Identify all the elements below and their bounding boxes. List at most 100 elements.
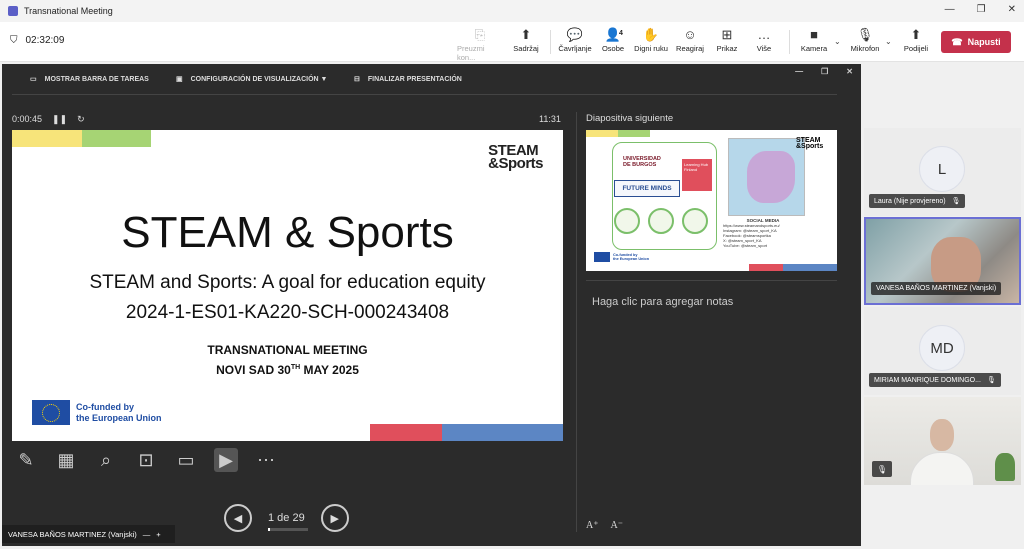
slide-subtitle: STEAM and Sports: A goal for education e… — [89, 272, 486, 293]
close-icon[interactable]: ✕ — [846, 67, 853, 76]
restore-icon[interactable]: ❐ — [821, 67, 828, 76]
subtitles-icon[interactable]: ▭ — [174, 448, 198, 472]
previous-slide-button[interactable]: ◀ — [224, 504, 252, 532]
microphone-off-icon: 🎙 — [986, 377, 996, 384]
increase-font-icon[interactable]: A⁺ — [586, 520, 599, 531]
share-content-icon: ⬆ — [520, 27, 532, 42]
taskbar-icon: ▭ — [30, 76, 37, 83]
presenter-name: VANESA BAÑOS MARTINEZ (Vanjski) — [8, 529, 137, 539]
next-icon: ▶ — [330, 512, 339, 525]
teams-logo-icon — [8, 6, 18, 16]
people-count-badge: 4 — [619, 30, 623, 37]
end-presentation-button[interactable]: ⊟ FINALIZAR PRESENTACIÓN — [354, 75, 462, 84]
toolbar-divider — [550, 30, 551, 54]
eu-flag-icon — [594, 252, 610, 262]
presenter-window-controls: — ❐ ✕ — [795, 67, 853, 76]
black-screen-icon[interactable]: ⊡ — [134, 448, 158, 472]
current-clock: 11:31 — [539, 114, 561, 124]
hand-icon: ✋ — [642, 27, 660, 42]
partner-logo-icon — [614, 208, 640, 234]
grid-view-icon: ⊞ — [721, 27, 733, 42]
zoom-icon[interactable]: ⌕ — [94, 448, 118, 472]
current-slide[interactable]: STEAM &Sports STEAM & Sports STEAM and S… — [12, 130, 563, 441]
decrease-font-icon[interactable]: A⁻ — [611, 520, 624, 531]
share-button[interactable]: ⬆ Podijeli — [893, 26, 939, 53]
camera-toggle-icon[interactable]: ▶ — [214, 448, 238, 472]
zoom-out-icon[interactable]: — — [143, 530, 151, 539]
show-taskbar-button[interactable]: ▭ MOSTRAR BARRA DE TAREAS — [30, 75, 149, 84]
green-accent-bar — [618, 130, 650, 137]
download-content-button[interactable]: ⎘ Preuzmi kon... — [457, 26, 503, 62]
zoom-in-icon[interactable]: + — [156, 530, 160, 539]
download-icon: ⎘ — [474, 27, 486, 42]
slide-title: STEAM & Sports — [121, 208, 454, 257]
more-icon: … — [757, 27, 771, 42]
minimize-icon[interactable]: — — [795, 67, 803, 76]
camera-button[interactable]: ■ Kamera — [791, 26, 837, 53]
chat-icon: 💬 — [566, 27, 584, 42]
window-controls: — ❐ ✕ — [945, 4, 1016, 15]
next-slide-preview[interactable]: UNIVERSIDAD DE BURGOS Learning Hub Finla… — [586, 130, 837, 271]
display-settings-icon: ▣ — [176, 76, 183, 83]
social-media-block: SOCIAL MEDIA https://www.steamandsports.… — [723, 218, 780, 248]
more-options-icon[interactable]: ⋯ — [254, 448, 278, 472]
divider — [576, 112, 577, 532]
red-accent-bar — [370, 424, 442, 441]
slide-progress-bar — [268, 528, 308, 531]
learning-hub-logo: Learning Hub Finland — [682, 159, 712, 191]
avatar: MD — [919, 325, 965, 371]
divider — [586, 280, 837, 281]
participant-tile[interactable]: VANESA BAÑOS MARTINEZ (Vanjski) — [864, 217, 1021, 305]
blue-accent-bar — [442, 424, 563, 441]
toolbar-divider — [789, 30, 790, 54]
elapsed-time: 0:00:45 — [12, 114, 43, 124]
shield-icon: ⛉ — [10, 35, 18, 46]
participant-tile[interactable]: 🎙 — [864, 397, 1021, 485]
steam-sports-logo: STEAM &Sports — [488, 142, 543, 172]
restart-icon[interactable]: ↻ — [77, 114, 85, 125]
participant-name: VANESA BAÑOS MARTINEZ (Vanjski) — [871, 282, 1002, 295]
partner-logo-icon — [648, 208, 674, 234]
microphone-options-chevron-icon[interactable]: ⌄ — [885, 37, 892, 46]
pause-icon[interactable]: ❚❚ — [52, 114, 67, 125]
presenter-top-bar: ▭ MOSTRAR BARRA DE TAREAS ▣ CONFIGURACIÓ… — [2, 64, 861, 94]
future-minds-logo: FUTURE MINDS — [614, 180, 680, 197]
eu-flag-icon — [32, 400, 70, 425]
pen-icon[interactable]: ✎ — [14, 448, 38, 472]
steam-sports-logo: STEAM &Sports — [796, 137, 824, 150]
notes-font-size-controls: A⁺ A⁻ — [586, 520, 623, 531]
meeting-title: TRANSNATIONAL MEETING — [207, 343, 368, 357]
green-accent-bar — [82, 130, 151, 147]
participant-tile[interactable]: MD MIRIAM MANRIQUE DOMINGO... 🎙 — [864, 307, 1021, 395]
content-button[interactable]: ⬆ Sadržaj — [503, 26, 549, 53]
window-title: Transnational Meeting — [24, 6, 113, 16]
camera-icon: ■ — [810, 27, 818, 42]
next-slide-label: Diapositiva siguiente — [586, 113, 674, 124]
presentation-timer: 0:00:45 ❚❚ ↻ — [12, 114, 85, 125]
microphone-off-icon: 🎙 — [951, 198, 961, 205]
next-slide-button[interactable]: ▶ — [320, 504, 349, 532]
presenter-view: ▭ MOSTRAR BARRA DE TAREAS ▣ CONFIGURACIÓ… — [2, 64, 861, 546]
participant-tile[interactable]: L Laura (Nije provjereno) 🎙 — [864, 128, 1021, 216]
window-titlebar: Transnational Meeting — ❐ ✕ — [0, 0, 1024, 22]
europe-map — [728, 138, 805, 216]
yellow-accent-bar — [586, 130, 618, 137]
project-code: 2024-1-ES01-KA220-SCH-000243408 — [125, 302, 450, 323]
divider — [12, 94, 837, 95]
display-settings-button[interactable]: ▣ CONFIGURACIÓN DE VISUALIZACIÓN ▼ — [176, 75, 327, 84]
microphone-button[interactable]: 🎙 Mikrofon — [842, 26, 888, 53]
share-screen-icon: ⬆ — [910, 27, 922, 42]
call-time: 02:32:09 — [25, 35, 65, 46]
leave-button[interactable]: ☎ Napusti — [941, 31, 1011, 53]
end-slideshow-icon: ⊟ — [354, 76, 360, 83]
camera-options-chevron-icon[interactable]: ⌄ — [834, 37, 841, 46]
close-icon[interactable]: ✕ — [1008, 4, 1016, 15]
more-button[interactable]: … Više — [741, 26, 787, 53]
minimize-icon[interactable]: — — [945, 4, 955, 15]
meeting-toolbar: ⛉ 02:32:09 ⎘ Preuzmi kon... ⬆ Sadržaj 💬 … — [0, 22, 1024, 62]
red-accent-bar — [749, 264, 783, 271]
slide-sorter-icon[interactable]: ▦ — [54, 448, 78, 472]
speaker-notes[interactable]: Haga clic para agregar notas — [592, 296, 733, 308]
eu-cofunded-logo: Co-funded by the European Union — [594, 252, 649, 262]
restore-icon[interactable]: ❐ — [977, 4, 986, 15]
